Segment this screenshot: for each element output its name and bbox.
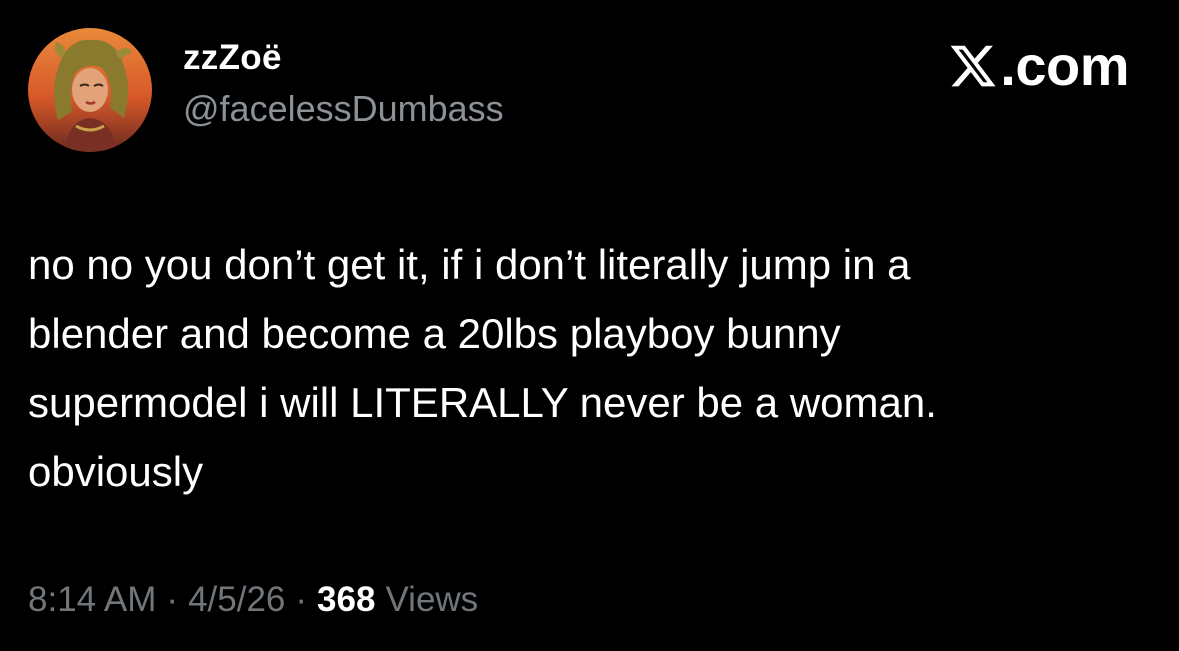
meta-separator: · (166, 580, 179, 619)
tweet-card: zzZoë @facelessDumbass .com no no you do… (0, 0, 1179, 651)
views-count[interactable]: 368 (317, 580, 375, 620)
tweet-date[interactable]: 4/5/26 (188, 580, 285, 620)
tweet-time[interactable]: 8:14 AM (28, 580, 156, 620)
meta-separator: · (295, 580, 308, 619)
author-display-name[interactable]: zzZoë (183, 38, 282, 78)
profile-avatar[interactable] (28, 28, 152, 152)
tweet-text: no no you don’t get it, if i don’t liter… (28, 241, 937, 495)
author-handle[interactable]: @facelessDumbass (183, 88, 504, 130)
x-logo-icon (950, 45, 996, 87)
views-label: Views (385, 580, 479, 619)
avatar-image (28, 28, 152, 152)
tweet-meta: 8:14 AM · 4/5/26 · 368 Views (28, 580, 478, 620)
x-com-watermark: .com (948, 36, 1129, 96)
brand-domain-text: .com (1000, 34, 1129, 97)
